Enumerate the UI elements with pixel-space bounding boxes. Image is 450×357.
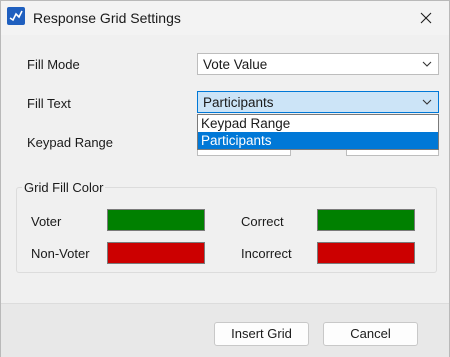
dropdown-option-keypad-range[interactable]: Keypad Range [198,115,438,132]
voter-color-swatch[interactable] [107,209,205,231]
non-voter-label: Non-Voter [31,246,90,261]
dropdown-option-participants[interactable]: Participants [198,132,438,149]
response-grid-settings-dialog: Response Grid Settings Fill Mode Vote Va… [0,0,450,357]
grid-fill-color-title: Grid Fill Color [22,180,106,195]
cancel-button[interactable]: Cancel [323,322,418,346]
window-title: Response Grid Settings [33,10,181,26]
title-bar: Response Grid Settings [1,1,449,35]
correct-color-swatch[interactable] [317,209,415,231]
correct-label: Correct [241,214,284,229]
fill-text-select[interactable]: Participants [197,91,439,113]
chevron-down-icon [422,61,432,67]
close-button[interactable] [403,1,449,35]
fill-text-dropdown-list: Keypad Range Participants [197,114,439,150]
incorrect-label: Incorrect [241,246,292,261]
fill-mode-select[interactable]: Vote Value [197,53,439,75]
fill-text-label: Fill Text [27,96,71,111]
incorrect-color-swatch[interactable] [317,242,415,264]
keypad-range-label: Keypad Range [27,135,114,150]
insert-grid-button[interactable]: Insert Grid [214,322,309,346]
close-icon [420,12,432,24]
voter-label: Voter [31,214,62,229]
fill-mode-value: Vote Value [203,57,268,72]
fill-mode-label: Fill Mode [27,57,80,72]
non-voter-color-swatch[interactable] [107,242,205,264]
chevron-down-icon [422,99,432,105]
app-icon [7,7,25,25]
fill-text-value: Participants [203,95,274,110]
